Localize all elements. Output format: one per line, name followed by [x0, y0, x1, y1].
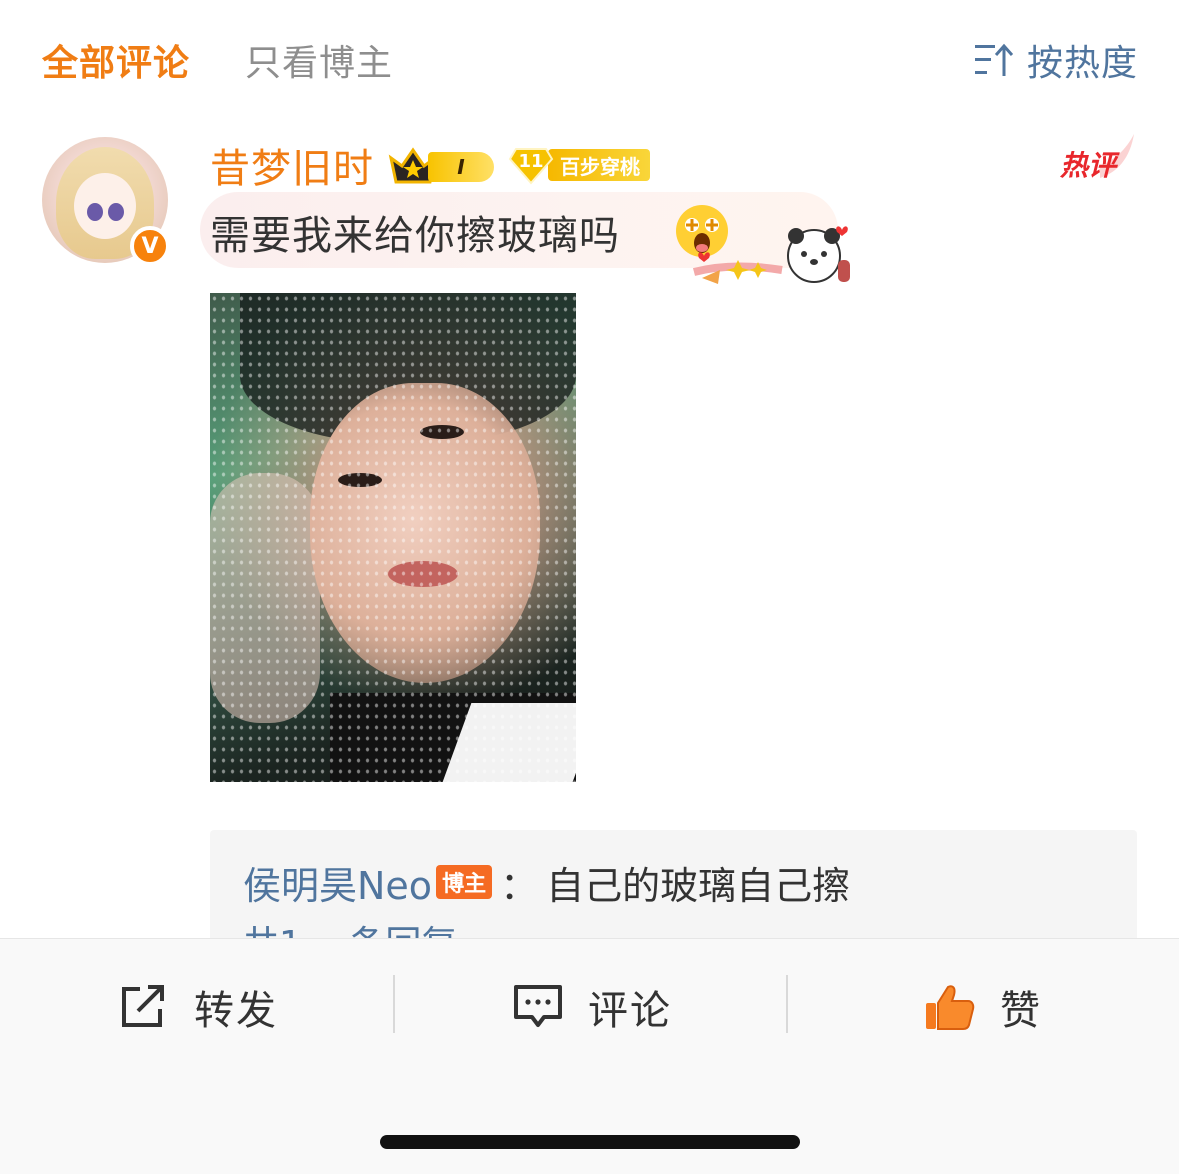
sort-label: 按热度 [1027, 43, 1139, 84]
comment-button[interactable]: 评论 [512, 977, 672, 1037]
reply-separator: ： [500, 863, 539, 908]
like-button[interactable]: 赞 [924, 977, 1042, 1037]
tab-blogger-only[interactable]: 只看博主 [245, 34, 393, 86]
repost-label: 转发 [194, 988, 278, 1034]
comment-label: 评论 [588, 988, 672, 1034]
member-level: I [428, 152, 494, 182]
share-icon [122, 985, 164, 1027]
sort-icon [975, 43, 1013, 76]
verified-badge: V [130, 226, 170, 266]
comment-filter-bar: 全部评论 只看博主 按热度 [0, 0, 1179, 115]
comment-user-row: 昔梦旧时 I 11 百步穿桃 [210, 140, 650, 192]
panda-sticker-icon [692, 226, 850, 284]
comment-icon [514, 985, 562, 1027]
reply-line: 侯明昊Neo 博主 ： 自己的玻璃自己擦 [243, 858, 850, 908]
comment-text: 需要我来给你擦玻璃吗 [210, 213, 620, 259]
member-crown-badge[interactable]: I [388, 142, 500, 188]
sort-by-hot-button[interactable]: 按热度 [975, 34, 1138, 86]
tab-all-comments[interactable]: 全部评论 [42, 34, 190, 86]
fan-level-badge[interactable]: 11 百步穿桃 [508, 147, 650, 185]
fan-badge-label: 百步穿桃 [548, 149, 650, 181]
more-replies-link[interactable]: 共1… 条回复 [243, 925, 457, 939]
comment-image[interactable] [210, 293, 576, 782]
username[interactable]: 昔梦旧时 [210, 136, 374, 194]
repost-button[interactable]: 转发 [118, 977, 278, 1037]
fan-level-number: 11 [518, 151, 544, 172]
reply-author[interactable]: 侯明昊Neo [243, 855, 432, 910]
hot-comment-tag: 热评 [1060, 132, 1136, 184]
thumbs-up-icon [926, 985, 975, 1030]
like-label: 赞 [1000, 988, 1042, 1034]
home-indicator[interactable] [380, 1135, 800, 1149]
blogger-tag: 博主 [436, 865, 493, 899]
reply-text: 自己的玻璃自己擦 [546, 863, 851, 908]
